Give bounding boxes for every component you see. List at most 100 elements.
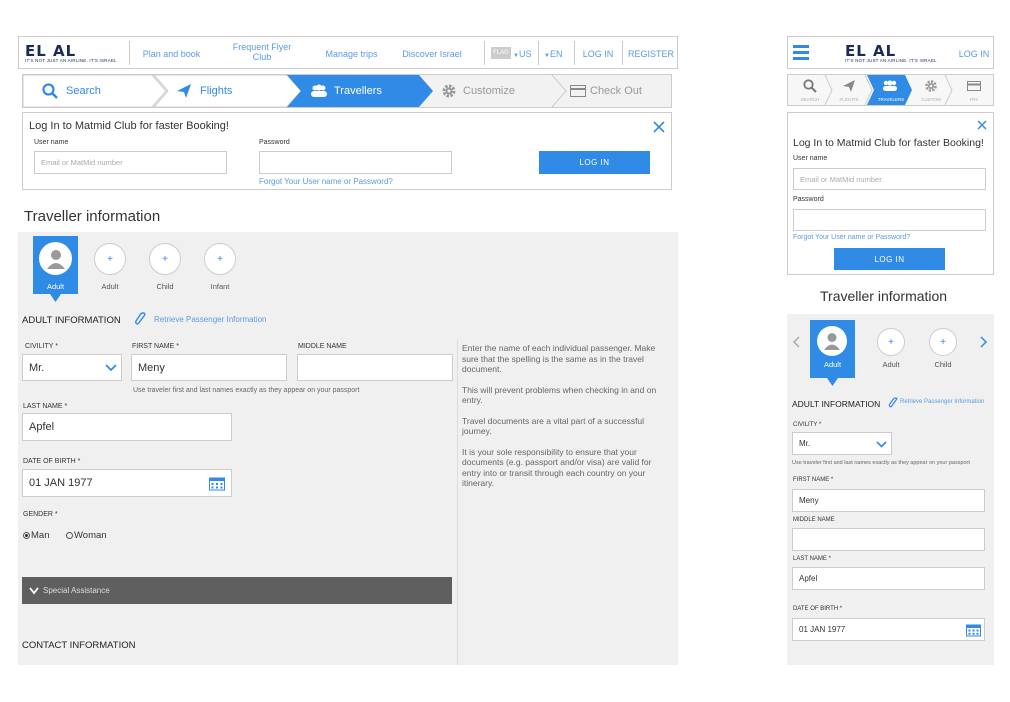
add-adult-button[interactable]: + xyxy=(94,243,126,275)
users-icon xyxy=(311,84,327,97)
credit-card-icon[interactable] xyxy=(967,81,981,91)
adult-information-heading: ADULT INFORMATION xyxy=(22,315,121,326)
flag-badge: FLAG xyxy=(491,47,511,59)
divider xyxy=(538,41,539,65)
mobile-step-label: PAY xyxy=(969,97,979,102)
divider xyxy=(622,41,623,65)
retrieve-passenger-link[interactable]: Retrieve Passenger Information xyxy=(154,315,267,324)
gear-icon[interactable] xyxy=(924,79,938,93)
mobile-add-child-button[interactable]: + xyxy=(929,328,957,356)
first-name-label: FIRST NAME * xyxy=(793,477,834,483)
booking-steps: Search Flights Travellers Customize Chec… xyxy=(22,74,672,108)
mobile-dob-input[interactable]: 01 JAN 1977 xyxy=(792,618,985,641)
help-divider xyxy=(457,340,458,665)
step-customize[interactable]: Customize xyxy=(441,82,515,100)
language-select[interactable]: ▼EN xyxy=(544,49,566,61)
gender-man-radio[interactable]: Man xyxy=(23,530,49,541)
elal-logo[interactable]: EL AL IT'S NOT JUST AN AIRLINE. IT'S ISR… xyxy=(845,44,937,64)
mobile-step-label: CUSTOM xyxy=(921,97,941,102)
chevron-left-icon[interactable] xyxy=(792,336,800,348)
step-search[interactable]: Search xyxy=(42,82,101,100)
mobile-log-in[interactable]: LOG IN xyxy=(958,49,990,59)
radio-unchecked-icon xyxy=(66,532,73,539)
first-name-input[interactable]: Meny xyxy=(131,354,287,381)
mobile-traveller-info-title: Traveller information xyxy=(820,288,948,304)
username-label: User name xyxy=(793,155,828,162)
dob-label: DATE OF BIRTH * xyxy=(793,606,843,612)
calendar-icon[interactable] xyxy=(966,623,981,637)
hamburger-menu-icon[interactable] xyxy=(793,45,809,60)
middle-name-label: MIDDLE NAME xyxy=(793,517,835,523)
country-select[interactable]: ▼US xyxy=(513,49,535,61)
mobile-header: EL AL IT'S NOT JUST AN AIRLINE. IT'S ISR… xyxy=(787,36,994,69)
mobile-username-input[interactable]: Email or MatMid number xyxy=(793,168,986,190)
gear-icon xyxy=(442,84,456,98)
help-text: Enter the name of each individual passen… xyxy=(462,343,657,488)
divider xyxy=(484,41,485,65)
elal-logo[interactable]: EL AL IT'S NOT JUST AN AIRLINE. IT'S ISR… xyxy=(25,44,117,64)
login-button[interactable]: LOG IN xyxy=(539,151,650,174)
paperclip-icon xyxy=(135,312,146,325)
name-hint: Use traveler first and last names exactl… xyxy=(133,387,360,394)
last-name-label: LAST NAME * xyxy=(793,556,831,562)
passenger-label: Child xyxy=(934,360,952,369)
step-travellers[interactable]: Travellers xyxy=(310,82,382,100)
passenger-label: Infant xyxy=(210,282,230,291)
nav-frequent-flyer-club[interactable]: Frequent Flyer Club xyxy=(227,42,297,62)
nav-discover-israel[interactable]: Discover Israel xyxy=(397,49,467,59)
mobile-civility-select[interactable]: Mr. xyxy=(792,432,892,455)
mobile-login-title: Log In to Matmid Club for faster Booking… xyxy=(793,137,984,149)
password-label: Password xyxy=(259,139,290,146)
close-icon[interactable] xyxy=(977,120,987,130)
mobile-adult-information-heading: ADULT INFORMATION xyxy=(792,399,881,409)
step-checkout[interactable]: Check Out xyxy=(570,82,642,100)
mobile-add-adult-button[interactable]: + xyxy=(877,328,905,356)
mobile-last-name-input[interactable]: Apfel xyxy=(792,567,985,590)
username-label: User name xyxy=(34,139,69,146)
middle-name-input[interactable] xyxy=(297,354,453,381)
avatar xyxy=(39,242,72,275)
close-icon[interactable] xyxy=(653,121,665,133)
mobile-password-input[interactable] xyxy=(793,209,986,231)
search-icon[interactable] xyxy=(803,79,817,93)
first-name-label: FIRST NAME * xyxy=(132,343,179,350)
nav-register[interactable]: REGISTER xyxy=(627,49,675,59)
civility-label: CIVILITY * xyxy=(25,343,58,350)
nav-log-in[interactable]: LOG IN xyxy=(579,49,617,59)
plane-icon[interactable] xyxy=(842,79,856,93)
mobile-forgot-link[interactable]: Forgot Your User name or Password? xyxy=(793,234,910,241)
user-icon xyxy=(824,333,840,350)
nav-plan-and-book[interactable]: Plan and book xyxy=(139,49,204,59)
username-input[interactable]: Email or MatMid number xyxy=(34,151,227,174)
last-name-input[interactable]: Apfel xyxy=(22,413,232,441)
add-infant-button[interactable]: + xyxy=(204,243,236,275)
mobile-step-label: SEARCH xyxy=(800,97,820,102)
nav-manage-trips[interactable]: Manage trips xyxy=(319,49,384,59)
divider xyxy=(574,41,575,65)
mobile-middle-name-input[interactable] xyxy=(792,528,985,551)
password-input[interactable] xyxy=(259,151,452,174)
last-name-label: LAST NAME * xyxy=(23,403,68,410)
mobile-login-button[interactable]: LOG IN xyxy=(834,248,945,270)
forgot-link[interactable]: Forgot Your User name or Password? xyxy=(259,177,393,186)
mobile-step-label: TRAVELERS xyxy=(877,97,905,102)
dob-label: DATE OF BIRTH * xyxy=(23,458,81,465)
middle-name-label: MIDDLE NAME xyxy=(298,343,347,350)
gender-woman-radio[interactable]: Woman xyxy=(66,530,107,541)
mobile-booking-steps: SEARCH FLIGHTS TRAVELERS CUSTOM PAY xyxy=(787,74,994,106)
dob-input[interactable]: 01 JAN 1977 xyxy=(22,469,232,497)
mobile-login-panel: Log In to Matmid Club for faster Booking… xyxy=(787,112,994,275)
mobile-first-name-input[interactable]: Meny xyxy=(792,489,985,512)
users-icon[interactable] xyxy=(882,80,898,92)
login-title: Log In to Matmid Club for faster Booking… xyxy=(29,120,229,132)
mobile-retrieve-link[interactable]: Retrieve Passenger Information xyxy=(900,399,984,405)
radio-checked-icon xyxy=(23,532,30,539)
step-flights[interactable]: Flights xyxy=(176,82,232,100)
special-assistance-bar[interactable]: Special Assistance xyxy=(22,577,452,604)
paperclip-icon xyxy=(888,397,898,408)
civility-select[interactable]: Mr. xyxy=(22,354,122,381)
plane-icon xyxy=(177,84,191,98)
add-child-button[interactable]: + xyxy=(149,243,181,275)
calendar-icon[interactable] xyxy=(209,476,225,491)
chevron-right-icon[interactable] xyxy=(980,336,988,348)
